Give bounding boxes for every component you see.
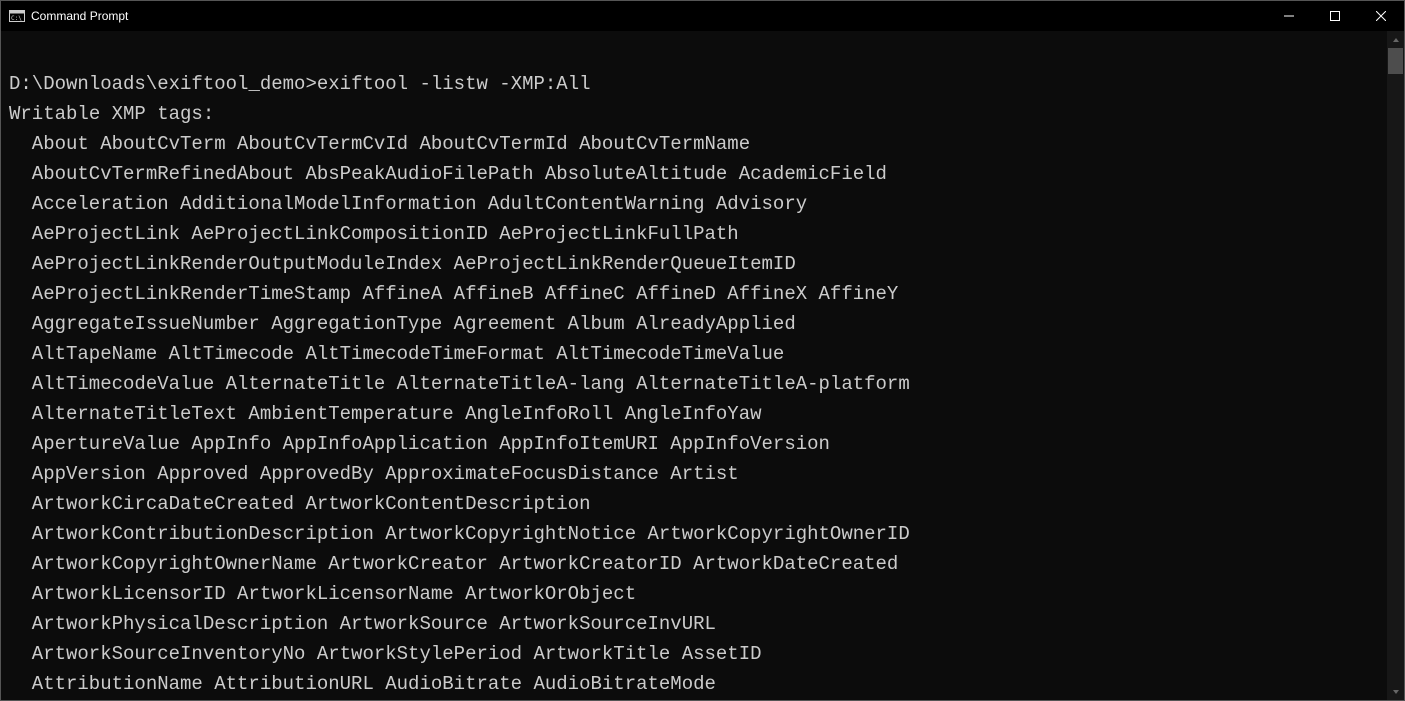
scrollbar-track[interactable] xyxy=(1387,48,1404,683)
prompt: D:\Downloads\exiftool_demo> xyxy=(9,73,317,95)
output-header: Writable XMP tags: xyxy=(9,103,214,125)
tag-output-line: AltTimecodeValue AlternateTitle Alternat… xyxy=(9,369,1387,399)
terminal-output[interactable]: D:\Downloads\exiftool_demo>exiftool -lis… xyxy=(1,31,1387,700)
tag-output-line: AlternateTitleText AmbientTemperature An… xyxy=(9,399,1387,429)
window-title: Command Prompt xyxy=(31,9,128,23)
tag-output-line: ArtworkCircaDateCreated ArtworkContentDe… xyxy=(9,489,1387,519)
tag-output-line: ArtworkCopyrightOwnerName ArtworkCreator… xyxy=(9,549,1387,579)
tag-output-line: Acceleration AdditionalModelInformation … xyxy=(9,189,1387,219)
tag-output-line: AttributionName AttributionURL AudioBitr… xyxy=(9,669,1387,699)
tag-output-line: AeProjectLink AeProjectLinkCompositionID… xyxy=(9,219,1387,249)
tag-output-line: AboutCvTermRefinedAbout AbsPeakAudioFile… xyxy=(9,159,1387,189)
scroll-up-arrow[interactable] xyxy=(1387,31,1404,48)
close-button[interactable] xyxy=(1358,1,1404,31)
scroll-down-arrow[interactable] xyxy=(1387,683,1404,700)
scrollbar-thumb[interactable] xyxy=(1388,48,1403,74)
tag-output-line: AeProjectLinkRenderTimeStamp AffineA Aff… xyxy=(9,279,1387,309)
entered-command: exiftool -listw -XMP:All xyxy=(317,73,591,95)
titlebar[interactable]: C:\ Command Prompt xyxy=(1,1,1404,31)
tag-output-line: About AboutCvTerm AboutCvTermCvId AboutC… xyxy=(9,129,1387,159)
tag-output-line: AeProjectLinkRenderOutputModuleIndex AeP… xyxy=(9,249,1387,279)
tag-output-line: ArtworkContributionDescription ArtworkCo… xyxy=(9,519,1387,549)
content-area: D:\Downloads\exiftool_demo>exiftool -lis… xyxy=(1,31,1404,700)
tag-output-line: ApertureValue AppInfo AppInfoApplication… xyxy=(9,429,1387,459)
tag-output-line: AggregateIssueNumber AggregationType Agr… xyxy=(9,309,1387,339)
cmd-icon: C:\ xyxy=(9,8,25,24)
command-prompt-window: C:\ Command Prompt D:\Downloads\exiftool… xyxy=(0,0,1405,701)
minimize-button[interactable] xyxy=(1266,1,1312,31)
maximize-button[interactable] xyxy=(1312,1,1358,31)
tag-output-line: AppVersion Approved ApprovedBy Approxima… xyxy=(9,459,1387,489)
tag-output-line: ArtworkPhysicalDescription ArtworkSource… xyxy=(9,609,1387,639)
tag-output-line: ArtworkLicensorID ArtworkLicensorName Ar… xyxy=(9,579,1387,609)
tag-output-line: ArtworkSourceInventoryNo ArtworkStylePer… xyxy=(9,639,1387,669)
vertical-scrollbar[interactable] xyxy=(1387,31,1404,700)
tag-output-line: AltTapeName AltTimecode AltTimecodeTimeF… xyxy=(9,339,1387,369)
svg-text:C:\: C:\ xyxy=(11,15,22,22)
